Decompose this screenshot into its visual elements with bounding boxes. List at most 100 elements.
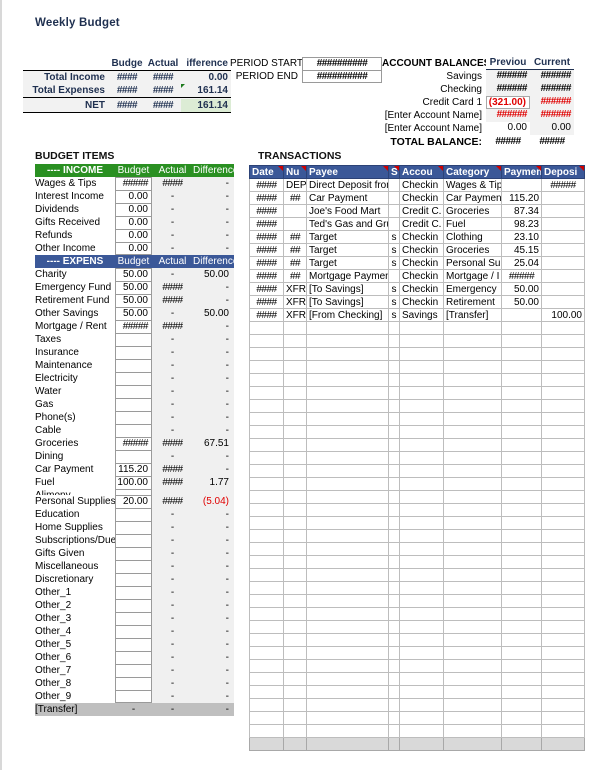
transaction-cell-num[interactable]	[283, 698, 307, 712]
budget-item-budget[interactable]: 100.00	[115, 476, 152, 489]
budget-item-budget[interactable]	[115, 664, 152, 677]
transaction-cell-date[interactable]: ####	[249, 204, 284, 218]
budget-item-budget[interactable]: 115.20	[115, 463, 152, 476]
transaction-cell-account[interactable]: Credit C.	[399, 217, 444, 231]
transaction-row-empty[interactable]	[249, 399, 585, 413]
transaction-cell-payee[interactable]: Joe's Food Mart	[306, 204, 389, 218]
period-start-input[interactable]: ##########	[302, 57, 382, 70]
transaction-cell-account[interactable]	[399, 399, 444, 413]
transaction-cell-split[interactable]: s	[388, 243, 400, 257]
transaction-cell-account[interactable]: Checkin	[399, 295, 444, 309]
transaction-row-empty[interactable]	[249, 646, 585, 660]
transaction-cell-deposit[interactable]	[541, 360, 585, 374]
transaction-row-empty[interactable]	[249, 412, 585, 426]
transaction-cell-split[interactable]	[388, 581, 400, 595]
transaction-cell-payment[interactable]: 45.15	[501, 243, 542, 257]
transaction-row-empty[interactable]	[249, 464, 585, 478]
transaction-row-empty[interactable]	[249, 490, 585, 504]
transaction-cell-category[interactable]	[443, 542, 502, 556]
transaction-cell-split[interactable]	[388, 477, 400, 491]
transaction-cell-split[interactable]	[388, 399, 400, 413]
transaction-cell-category[interactable]	[443, 633, 502, 647]
transaction-cell-payment[interactable]	[501, 399, 542, 413]
transaction-cell-account[interactable]	[399, 386, 444, 400]
transaction-cell-deposit[interactable]	[541, 711, 585, 725]
transaction-cell-num[interactable]	[283, 594, 307, 608]
transaction-cell-account[interactable]	[399, 451, 444, 465]
transaction-cell-split[interactable]	[388, 555, 400, 569]
transaction-cell-payee[interactable]	[306, 503, 389, 517]
transaction-cell-account[interactable]	[399, 529, 444, 543]
transaction-cell-split[interactable]	[388, 516, 400, 530]
transaction-cell-num[interactable]	[283, 204, 307, 218]
budget-item-budget[interactable]	[115, 547, 152, 560]
transaction-cell-payment[interactable]	[501, 308, 542, 322]
transaction-cell-account[interactable]: Checkin	[399, 230, 444, 244]
transaction-row[interactable]: #### XFR [From Checking] s Savings [Transfer]…	[249, 308, 585, 322]
transaction-cell-payment[interactable]: 50.00	[501, 295, 542, 309]
budget-item-budget[interactable]	[115, 359, 152, 372]
transaction-cell-date[interactable]: ####	[249, 178, 284, 192]
transaction-cell-num[interactable]	[283, 399, 307, 413]
transaction-cell-deposit[interactable]	[541, 672, 585, 686]
budget-item-budget[interactable]	[115, 677, 152, 690]
transaction-cell-num[interactable]: ##	[283, 243, 307, 257]
transaction-cell-payment[interactable]	[501, 659, 542, 673]
transaction-cell-deposit[interactable]	[541, 451, 585, 465]
budget-item-budget[interactable]	[115, 534, 152, 547]
transaction-cell-payment[interactable]	[501, 503, 542, 517]
transaction-cell-split[interactable]	[388, 685, 400, 699]
transaction-cell-num[interactable]	[283, 581, 307, 595]
transaction-cell-category[interactable]: [Transfer]	[443, 308, 502, 322]
budget-item-budget[interactable]	[115, 638, 152, 651]
transaction-row-empty[interactable]	[249, 321, 585, 335]
column-header-account[interactable]: Accou	[399, 165, 444, 179]
transaction-cell-category[interactable]: Personal Su	[443, 256, 502, 270]
transaction-cell-payee[interactable]: [From Checking]	[306, 308, 389, 322]
transaction-cell-num[interactable]: ##	[283, 191, 307, 205]
transaction-cell-deposit[interactable]	[541, 633, 585, 647]
budget-item-budget[interactable]	[115, 398, 152, 411]
transaction-cell-date[interactable]	[249, 464, 284, 478]
budget-item-budget[interactable]	[115, 612, 152, 625]
transaction-cell-num[interactable]	[283, 516, 307, 530]
transaction-row-empty[interactable]	[249, 542, 585, 556]
transaction-cell-num[interactable]: ##	[283, 269, 307, 283]
transaction-row[interactable]: #### ## Target s Checkin Clothing 23.10	[249, 230, 585, 244]
transaction-cell-category[interactable]	[443, 477, 502, 491]
transaction-row[interactable]: #### ## Mortgage Paymen Checkin Mortgage / I…	[249, 269, 585, 283]
transaction-cell-account[interactable]	[399, 373, 444, 387]
transaction-cell-category[interactable]	[443, 490, 502, 504]
transaction-cell-split[interactable]	[388, 191, 400, 205]
transaction-cell-account[interactable]	[399, 425, 444, 439]
transaction-cell-payment[interactable]: 23.10	[501, 230, 542, 244]
transaction-cell-account[interactable]	[399, 347, 444, 361]
transaction-cell-num[interactable]	[283, 438, 307, 452]
transaction-cell-category[interactable]	[443, 607, 502, 621]
transaction-cell-payment[interactable]	[501, 360, 542, 374]
transaction-cell-payee[interactable]	[306, 698, 389, 712]
transaction-cell-deposit[interactable]	[541, 529, 585, 543]
transaction-cell-category[interactable]	[443, 425, 502, 439]
transaction-cell-category[interactable]	[443, 659, 502, 673]
transaction-cell-payee[interactable]	[306, 594, 389, 608]
transaction-cell-payee[interactable]: [To Savings]	[306, 282, 389, 296]
transaction-cell-payment[interactable]	[501, 633, 542, 647]
transaction-cell-payee[interactable]	[306, 464, 389, 478]
transaction-cell-account[interactable]	[399, 555, 444, 569]
transaction-cell-split[interactable]	[388, 542, 400, 556]
transaction-row-empty[interactable]	[249, 607, 585, 621]
transaction-cell-account[interactable]	[399, 412, 444, 426]
transaction-cell-category[interactable]: Retirement	[443, 295, 502, 309]
transaction-cell-date[interactable]: ####	[249, 230, 284, 244]
transaction-cell-deposit[interactable]	[541, 724, 585, 738]
transaction-cell-category[interactable]	[443, 581, 502, 595]
transaction-cell-payment[interactable]	[501, 321, 542, 335]
transaction-cell-category[interactable]: Car Paymen	[443, 191, 502, 205]
transaction-cell-deposit[interactable]	[541, 334, 585, 348]
transaction-cell-account[interactable]	[399, 477, 444, 491]
transaction-cell-payment[interactable]	[501, 724, 542, 738]
transaction-cell-split[interactable]	[388, 178, 400, 192]
transaction-cell-date[interactable]	[249, 399, 284, 413]
transaction-cell-category[interactable]: Wages & Tips	[443, 178, 502, 192]
